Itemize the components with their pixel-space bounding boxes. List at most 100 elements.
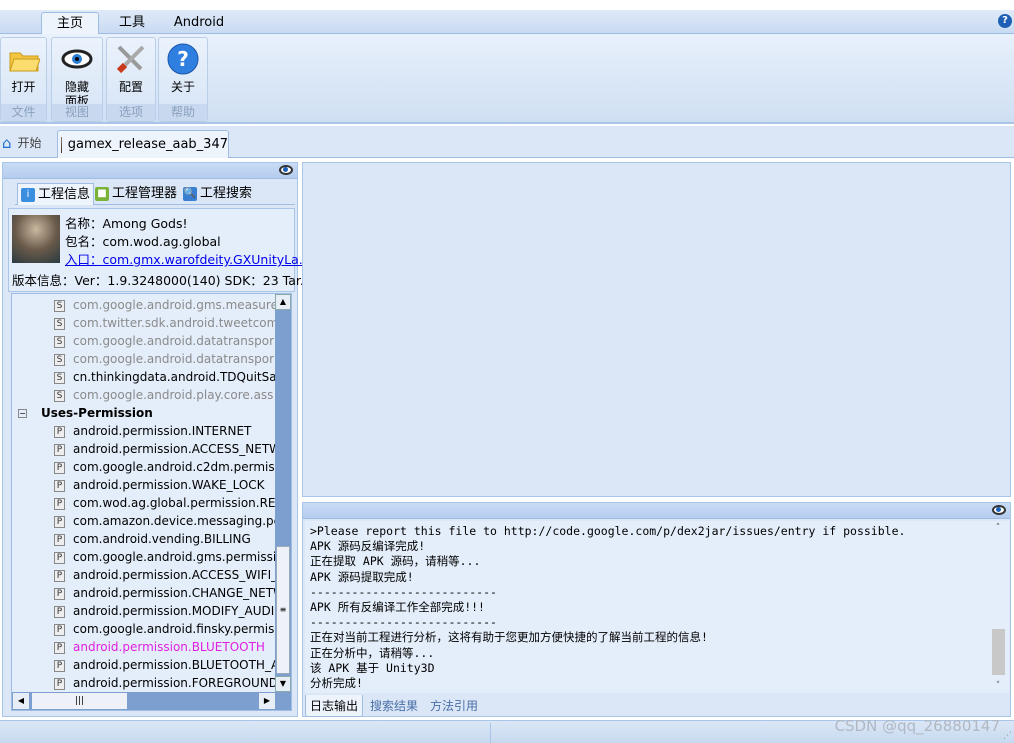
tree-item-label: android.permission.CHANGE_NETW xyxy=(73,586,285,600)
tree-item-permission[interactable]: Pcom.wod.ag.global.permission.RE( xyxy=(54,494,280,512)
permission-icon: P xyxy=(54,443,65,456)
tab-project[interactable]: gamex_release_aab_347 xyxy=(57,130,229,158)
tab-label: gamex_release_aab_347 xyxy=(67,136,228,152)
tree-item-label: android.permission.FOREGROUND xyxy=(73,676,279,690)
tab-project-search[interactable]: 🔍 工程搜索 xyxy=(183,183,252,205)
horizontal-scrollbar[interactable]: ◀ ||| ▶ xyxy=(12,692,291,710)
status-bar: CSDN @qq_26880147 ⋰ xyxy=(0,717,1014,743)
document-tabs: ⌂ 开始 gamex_release_aab_347 xyxy=(0,126,1014,158)
about-button[interactable]: ? 关于 xyxy=(159,40,207,94)
tree-group-uses-permission[interactable]: − Uses-Permission xyxy=(18,404,153,422)
log-line: APK 源码反编译完成! xyxy=(310,539,426,554)
tree-item-permission[interactable]: Pandroid.permission.WAKE_LOCK xyxy=(54,476,265,494)
open-label: 打开 xyxy=(11,80,36,94)
tree-item-service[interactable]: Scom.google.android.datatranspor xyxy=(54,350,274,368)
service-icon: S xyxy=(54,371,65,384)
ribbon-tab-android[interactable]: Android xyxy=(166,12,232,35)
tree-item-label: com.android.vending.BILLING xyxy=(73,532,251,546)
permission-icon: P xyxy=(54,623,65,636)
tab-search-results[interactable]: 搜索结果 xyxy=(370,695,418,717)
scroll-thumb[interactable]: ≡ xyxy=(276,546,290,674)
resize-grip-icon[interactable]: ⋰ xyxy=(1003,731,1012,741)
tree-item-service[interactable]: Scom.google.android.datatranspor xyxy=(54,332,274,350)
tree-item-service[interactable]: Scn.thinkingdata.android.TDQuitSaf xyxy=(54,368,281,386)
eye-icon[interactable] xyxy=(992,505,1006,515)
permission-icon: P xyxy=(54,569,65,582)
project-info: 名称：Among Gods! 包名：com.wod.ag.global 入口：c… xyxy=(8,208,312,292)
tree-item-label: com.google.android.c2dm.permis xyxy=(73,460,275,474)
tab-label: 工程信息 xyxy=(38,186,91,202)
scroll-down-button[interactable]: ▼ xyxy=(275,676,291,692)
app-icon xyxy=(61,136,62,153)
tab-start[interactable]: ⌂ 开始 xyxy=(2,130,54,158)
tree-item-permission[interactable]: Pcom.amazon.device.messaging.pe xyxy=(54,512,281,530)
tab-log-output[interactable]: 日志输出 xyxy=(305,695,363,717)
tree-item-label: android.permission.MODIFY_AUDI xyxy=(73,604,275,618)
hide-panel-button[interactable]: 隐藏面板 xyxy=(52,40,102,108)
log-line: 该 APK 基于 Unity3D xyxy=(310,660,435,675)
ribbon-tab-home[interactable]: 主页 xyxy=(41,12,99,35)
vertical-scrollbar[interactable]: ▲ ≡ ▼ xyxy=(275,294,291,692)
group-label: 文件 xyxy=(1,104,46,121)
scroll-up-button[interactable]: ˄ xyxy=(990,523,1006,533)
scroll-up-button[interactable]: ▲ xyxy=(275,294,291,310)
eye-icon xyxy=(60,42,94,76)
config-button[interactable]: 配置 xyxy=(107,40,155,94)
project-panel: i 工程信息 ■ 工程管理器 🔍 工程搜索 名称：Among Gods! 包名：com… xyxy=(2,162,312,717)
tab-label: 工程搜索 xyxy=(200,186,253,201)
log-output[interactable]: >Please report this file to http://code.… xyxy=(305,521,1009,693)
tree-item-label: android.permission.ACCESS_WIFI_ xyxy=(73,568,278,582)
log-line: APK 所有反编译工作全部完成!!! xyxy=(310,600,485,615)
help-icon[interactable]: ? xyxy=(998,14,1012,28)
scroll-down-button[interactable]: ˅ xyxy=(990,681,1006,691)
tree-item-permission[interactable]: Pandroid.permission.ACCESS_NETW xyxy=(54,440,281,458)
log-panel: >Please report this file to http://code.… xyxy=(302,502,1011,717)
help-icon: ? xyxy=(166,42,200,76)
tab-label: 开始 xyxy=(17,136,42,150)
scroll-thumb[interactable]: ||| xyxy=(32,693,127,709)
version-info: 版本信息：Ver：1.9.3248000(140) SDK：23 Tar... xyxy=(12,273,312,288)
group-help: ? 关于 帮助 xyxy=(158,37,208,122)
tree-item-permission[interactable]: Pandroid.permission.FOREGROUND xyxy=(54,674,278,692)
tab-project-manager[interactable]: ■ 工程管理器 xyxy=(95,183,177,205)
tree-item-label: android.permission.BLUETOOTH xyxy=(73,640,265,654)
tree-item-permission[interactable]: Pandroid.permission.CHANGE_NETW xyxy=(54,584,285,602)
permission-icon: P xyxy=(54,551,65,564)
log-line: --------------------------- xyxy=(310,615,497,630)
ribbon-tab-tools[interactable]: 工具 xyxy=(108,12,156,35)
tree-item-permission[interactable]: Pandroid.permission.BLUETOOTH xyxy=(54,638,265,656)
entry-link[interactable]: 入口：com.gmx.warofdeity.GXUnityLa... xyxy=(65,249,311,268)
tree-item-service[interactable]: Scom.google.android.play.core.ass xyxy=(54,386,273,404)
tab-project-info[interactable]: i 工程信息 xyxy=(17,183,95,205)
group-options: 配置 选项 xyxy=(106,37,156,122)
tree-item-permission[interactable]: Pcom.google.android.finsky.permis xyxy=(54,620,274,638)
permission-icon: P xyxy=(54,425,65,438)
tree-item-permission[interactable]: Pcom.google.android.c2dm.permis xyxy=(54,458,275,476)
tree-item-permission[interactable]: Pandroid.permission.BLUETOOTH_A xyxy=(54,656,279,674)
tree-item-service[interactable]: Scom.twitter.sdk.android.tweetcomp xyxy=(54,314,286,332)
ribbon-tabs: 主页 工具 Android ? xyxy=(0,10,1014,35)
permission-icon: P xyxy=(54,497,65,510)
tree-item-permission[interactable]: Pcom.google.android.gms.permissi xyxy=(54,548,276,566)
tree-item-label: android.permission.INTERNET xyxy=(73,424,252,438)
permission-icon: P xyxy=(54,641,65,654)
scroll-thumb[interactable] xyxy=(992,629,1005,675)
open-button[interactable]: 打开 xyxy=(1,40,46,94)
editor-panel xyxy=(302,162,1011,497)
tree-item-label: com.wod.ag.global.permission.RE( xyxy=(73,496,281,510)
tree-item-label: com.google.android.gms.permissi xyxy=(73,550,277,564)
tree-item-permission[interactable]: Pandroid.permission.INTERNET xyxy=(54,422,251,440)
tree-item-permission[interactable]: Pandroid.permission.ACCESS_WIFI_ xyxy=(54,566,277,584)
panel-header xyxy=(303,503,1010,519)
tree-item-label: android.permission.WAKE_LOCK xyxy=(73,478,265,492)
scroll-right-button[interactable]: ▶ xyxy=(259,693,275,709)
tree-item-permission[interactable]: Pandroid.permission.MODIFY_AUDI xyxy=(54,602,274,620)
service-icon: S xyxy=(54,335,65,348)
tab-method-references[interactable]: 方法引用 xyxy=(430,695,478,717)
scroll-left-button[interactable]: ◀ xyxy=(13,693,29,709)
eye-icon[interactable] xyxy=(279,165,293,175)
tree-item-permission[interactable]: Pcom.android.vending.BILLING xyxy=(54,530,251,548)
collapse-icon[interactable]: − xyxy=(18,409,27,418)
tree-item-service[interactable]: Scom.google.android.gms.measure xyxy=(54,296,278,314)
log-scrollbar[interactable]: ˄ ˅ xyxy=(990,523,1006,691)
